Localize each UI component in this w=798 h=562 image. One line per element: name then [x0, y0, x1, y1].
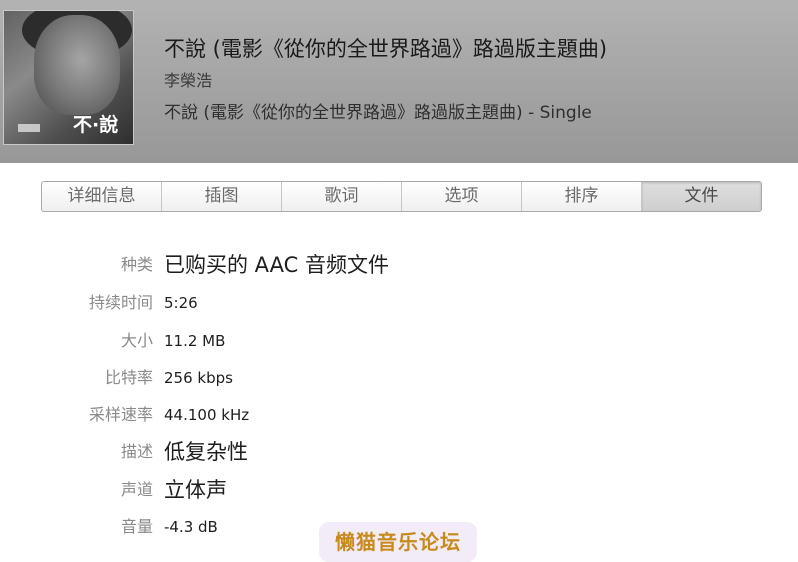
info-row-kind: 种类 已购买的 AAC 音频文件 [0, 250, 798, 280]
description-label: 描述 [120, 442, 153, 461]
duration-label: 持续时间 [88, 293, 153, 312]
track-album[interactable]: 不說 (電影《從你的全世界路過》路過版主題曲) - Single [164, 98, 592, 123]
size-value: 11.2 MB [164, 332, 226, 350]
channels-label: 声道 [120, 480, 153, 499]
tab-details[interactable]: 详细信息 [42, 182, 162, 211]
duration-value: 5:26 [164, 294, 198, 312]
size-label: 大小 [120, 331, 153, 350]
tab-options[interactable]: 选项 [402, 182, 522, 211]
info-row-sample-rate: 采样速率 44.100 kHz [0, 400, 798, 430]
sample-rate-value: 44.100 kHz [164, 406, 250, 424]
track-artist[interactable]: 李榮浩 [164, 67, 212, 91]
album-artwork: 不·說 [3, 10, 134, 145]
volume-value: -4.3 dB [164, 518, 218, 536]
kind-label: 种类 [120, 255, 153, 274]
kind-value: 已购买的 AAC 音频文件 [164, 253, 389, 277]
forum-watermark: 懒猫音乐论坛 [319, 522, 477, 562]
track-title: 不說 (電影《從你的全世界路過》路過版主題曲) [164, 37, 608, 61]
info-row-channels: 声道 立体声 [0, 475, 798, 505]
info-row-duration: 持续时间 5:26 [0, 288, 798, 318]
artwork-tag [18, 124, 40, 132]
tab-lyrics[interactable]: 歌词 [282, 182, 402, 211]
info-tab-bar: 详细信息 插图 歌词 选项 排序 文件 [41, 181, 762, 212]
volume-label: 音量 [120, 517, 153, 536]
info-row-bit-rate: 比特率 256 kbps [0, 363, 798, 393]
artwork-logo-text: 不·說 [73, 113, 118, 136]
tab-artwork[interactable]: 插图 [162, 182, 282, 211]
tab-file[interactable]: 文件 [642, 182, 761, 211]
track-header: 不·說 不說 (電影《從你的全世界路過》路過版主題曲) 李榮浩 不說 (電影《從… [0, 0, 798, 163]
artwork-logo: 不·說 [73, 113, 118, 136]
channels-value: 立体声 [164, 478, 227, 502]
description-value: 低复杂性 [164, 440, 248, 464]
artwork-face-shape [34, 15, 120, 115]
tab-sorting[interactable]: 排序 [522, 182, 642, 211]
bit-rate-value: 256 kbps [164, 369, 233, 387]
info-row-size: 大小 11.2 MB [0, 326, 798, 356]
info-row-description: 描述 低复杂性 [0, 437, 798, 467]
sample-rate-label: 采样速率 [88, 405, 153, 424]
bit-rate-label: 比特率 [104, 368, 153, 387]
